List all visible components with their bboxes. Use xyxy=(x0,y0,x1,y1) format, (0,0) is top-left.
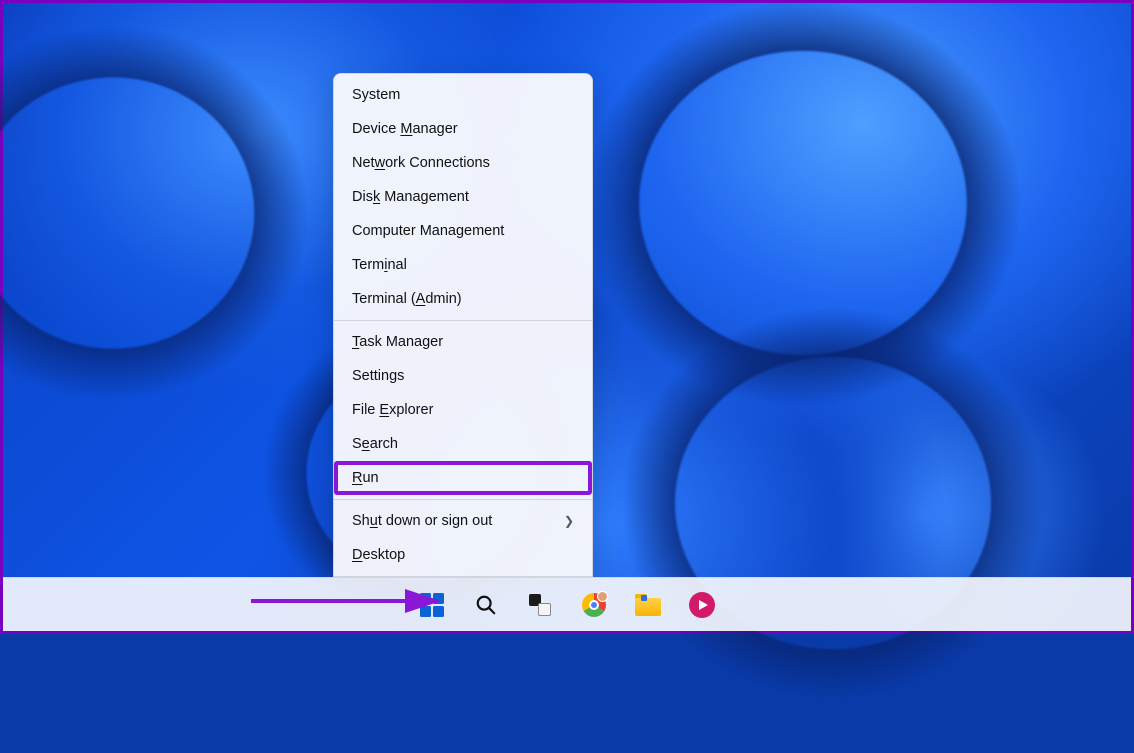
menu-item-system[interactable]: System xyxy=(334,78,592,112)
menu-item-task-manager[interactable]: Task Manager xyxy=(334,325,592,359)
menu-item-terminal[interactable]: Terminal xyxy=(334,248,592,282)
task-view-button[interactable] xyxy=(526,591,554,619)
search-button[interactable] xyxy=(472,591,500,619)
folder-icon xyxy=(635,594,661,616)
file-explorer-button[interactable] xyxy=(634,591,662,619)
menu-item-run[interactable]: Run xyxy=(334,461,592,495)
menu-item-terminal-admin[interactable]: Terminal (Admin) xyxy=(334,282,592,316)
menu-item-file-explorer[interactable]: File Explorer xyxy=(334,393,592,427)
round-pink-icon xyxy=(689,592,715,618)
start-icon xyxy=(420,593,444,617)
task-view-icon xyxy=(529,594,551,616)
menu-item-device-manager[interactable]: Device Manager xyxy=(334,112,592,146)
chevron-right-icon: ❯ xyxy=(564,514,574,528)
search-icon xyxy=(475,594,497,616)
menu-item-network-connections[interactable]: Network Connections xyxy=(334,146,592,180)
taskbar xyxy=(3,577,1131,631)
chrome-icon xyxy=(582,593,606,617)
menu-item-disk-management[interactable]: Disk Management xyxy=(334,180,592,214)
wallpaper-swirl xyxy=(563,253,1103,753)
menu-item-computer-management[interactable]: Computer Management xyxy=(334,214,592,248)
start-button[interactable] xyxy=(418,591,446,619)
menu-item-settings[interactable]: Settings xyxy=(334,359,592,393)
menu-item-shutdown-signout[interactable]: Shut down or sign out ❯ xyxy=(334,504,592,538)
menu-item-desktop[interactable]: Desktop xyxy=(334,538,592,572)
chrome-button[interactable] xyxy=(580,591,608,619)
pink-app-button[interactable] xyxy=(688,591,716,619)
menu-separator xyxy=(334,320,592,321)
winx-context-menu: System Device Manager Network Connection… xyxy=(333,73,593,577)
menu-separator xyxy=(334,499,592,500)
menu-item-search[interactable]: Search xyxy=(334,427,592,461)
